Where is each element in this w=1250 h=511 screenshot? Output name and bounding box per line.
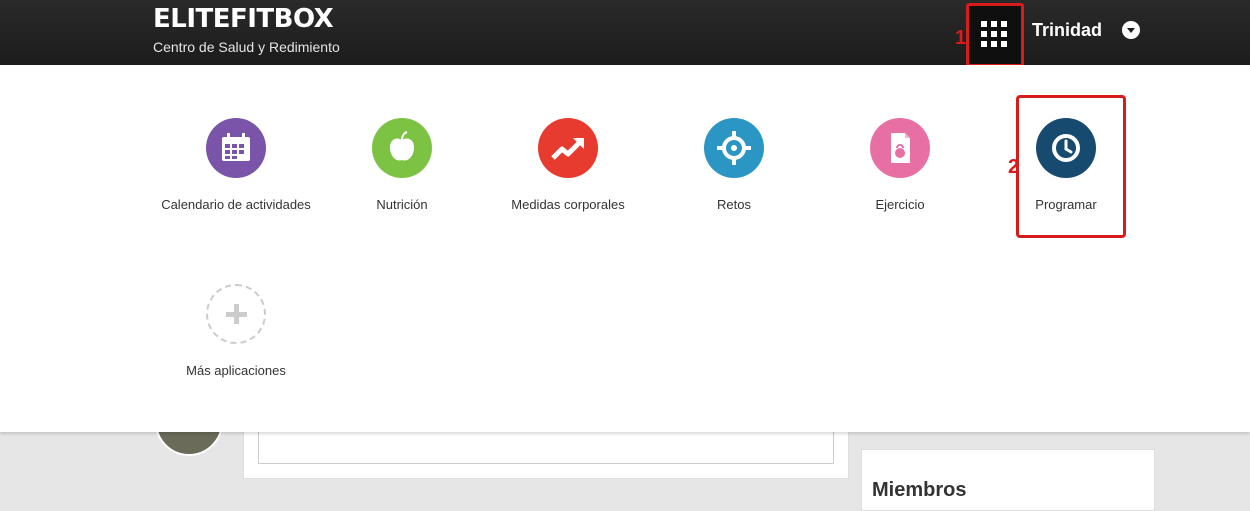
members-card: Miembros — [861, 449, 1155, 511]
brand-logo[interactable]: ELITEFITBOX — [153, 4, 334, 34]
chevron-down-icon[interactable] — [1122, 21, 1140, 39]
app-calendario[interactable]: Calendario de actividades — [153, 118, 319, 212]
user-name[interactable]: Trinidad — [1032, 20, 1102, 41]
grid-icon — [981, 21, 1007, 47]
apple-icon — [372, 118, 432, 178]
app-label: Más aplicaciones — [186, 363, 286, 378]
app-label: Calendario de actividades — [161, 197, 311, 212]
annotation-1: 1 — [955, 27, 967, 49]
apps-menu-button[interactable] — [966, 3, 1024, 67]
top-navbar: ELITEFITBOX Centro de Salud y Redimiento… — [0, 0, 1250, 67]
app-medidas[interactable]: Medidas corporales — [485, 118, 651, 212]
trend-arrow-icon — [538, 118, 598, 178]
kettlebell-icon — [870, 118, 930, 178]
annotation-box-2 — [1016, 95, 1126, 238]
plus-icon — [206, 284, 266, 344]
app-label: Nutrición — [376, 197, 428, 212]
annotation-2: 2 — [1008, 156, 1020, 178]
app-label: Retos — [717, 197, 751, 212]
calendar-icon — [206, 118, 266, 178]
app-label: Medidas corporales — [511, 197, 625, 212]
brand-tagline: Centro de Salud y Redimiento — [153, 39, 340, 55]
app-label: Ejercicio — [875, 197, 925, 212]
members-title: Miembros — [872, 479, 967, 501]
crosshair-icon — [704, 118, 764, 178]
app-mas-aplicaciones[interactable]: Más aplicaciones — [153, 284, 319, 378]
app-retos[interactable]: Retos — [651, 118, 817, 212]
app-ejercicio[interactable]: Ejercicio — [817, 118, 983, 212]
app-nutricion[interactable]: Nutrición — [319, 118, 485, 212]
